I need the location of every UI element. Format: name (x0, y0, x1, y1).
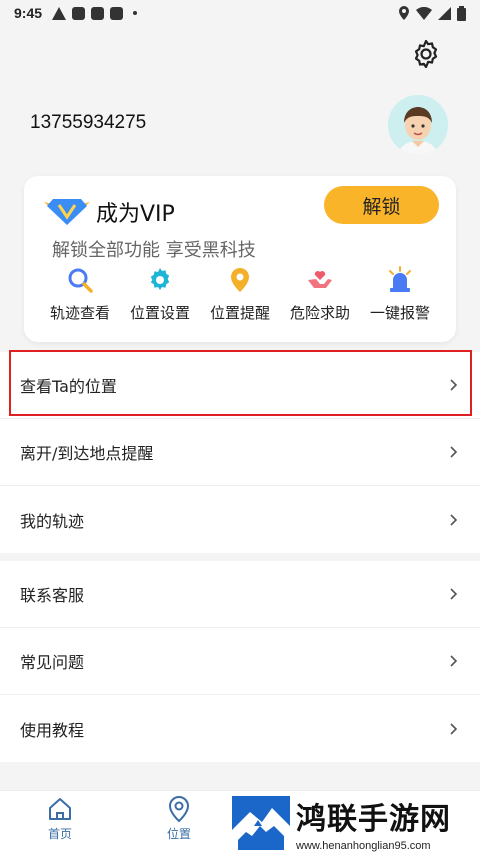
feature-track-view[interactable]: 轨迹查看 (40, 266, 120, 323)
chevron-right-icon (450, 722, 458, 735)
vip-diamond-icon (44, 199, 90, 225)
home-icon (49, 798, 71, 820)
menu-item-tutorial[interactable]: 使用教程 (0, 695, 480, 762)
feature-label: 位置提醒 (209, 304, 270, 322)
tab-home[interactable]: 首页 (30, 795, 90, 842)
search-icon (68, 268, 93, 293)
menu-item-label: 常见问题 (20, 653, 85, 672)
tab-label: 位置 (166, 827, 191, 841)
status-bar: 9:45 (0, 0, 480, 26)
feature-label: 位置设置 (129, 304, 190, 322)
chevron-right-icon (450, 655, 458, 667)
tab-location[interactable]: 位置 (149, 795, 209, 842)
notification-icon (110, 6, 124, 20)
vip-title: 成为VIP (96, 202, 175, 227)
feature-location-settings[interactable]: 位置设置 (120, 266, 200, 323)
notification-icon (72, 6, 86, 20)
menu-group-location: 查看Ta的位置 离开/到达地点提醒 我的轨迹 (0, 352, 480, 553)
avatar[interactable] (388, 95, 448, 155)
watermark-title: 鸿联手游网 (296, 802, 451, 837)
watermark-url: www.henanhonglian95.com (296, 840, 431, 852)
notification-icon (91, 6, 105, 20)
menu-item-view-ta-location[interactable]: 查看Ta的位置 (0, 352, 480, 419)
signal-icon (438, 6, 451, 20)
menu-item-my-track[interactable]: 我的轨迹 (0, 486, 480, 553)
wifi-icon (416, 6, 432, 20)
tab-label: 首页 (47, 827, 72, 841)
menu-item-faq[interactable]: 常见问题 (0, 628, 480, 695)
helping-hands-icon (308, 271, 332, 288)
vip-subtitle: 解锁全部功能 享受黑科技 (52, 240, 256, 261)
feature-label: 轨迹查看 (49, 304, 110, 322)
location-status-icon (399, 6, 409, 20)
feature-one-key-alarm[interactable]: 一键报警 (360, 266, 440, 323)
vip-card: 成为VIP 解锁 解锁全部功能 享受黑科技 轨迹查看 位置设置 位置提醒 危险求… (24, 176, 456, 342)
menu-item-label: 使用教程 (20, 720, 85, 740)
chevron-right-icon (450, 588, 458, 600)
location-icon (168, 795, 190, 823)
menu-item-label: 查看Ta的位置 (20, 377, 117, 396)
phone-number: 13755934275 (30, 112, 147, 133)
menu-item-customer-service[interactable]: 联系客服 (0, 561, 480, 628)
chevron-right-icon (450, 446, 458, 458)
location-pin-icon (231, 268, 249, 292)
gear-icon (150, 268, 170, 290)
site-watermark: 鸿联手游网 www.henanhonglian95.com (232, 794, 478, 852)
feature-label: 一键报警 (369, 304, 430, 322)
settings-gear-icon[interactable] (410, 38, 442, 70)
menu-group-help: 联系客服 常见问题 使用教程 (0, 561, 480, 762)
menu-item-label: 我的轨迹 (20, 511, 85, 531)
avatar-face-icon (388, 95, 448, 155)
menu-item-arrive-leave-alert[interactable]: 离开/到达地点提醒 (0, 419, 480, 486)
menu-item-label: 离开/到达地点提醒 (20, 444, 154, 463)
warning-icon (52, 6, 67, 20)
more-notifications-icon (133, 11, 138, 15)
chevron-right-icon (450, 513, 458, 526)
menu-item-label: 联系客服 (20, 586, 85, 605)
chevron-right-icon (450, 379, 458, 391)
unlock-button[interactable]: 解锁 (324, 186, 439, 224)
feature-danger-help[interactable]: 危险求助 (280, 266, 360, 323)
alarm-light-icon (389, 266, 411, 292)
watermark-logo-icon (232, 796, 290, 850)
battery-icon (457, 5, 466, 21)
vip-features: 轨迹查看 位置设置 位置提醒 危险求助 一键报警 (40, 266, 440, 323)
feature-location-alert[interactable]: 位置提醒 (200, 266, 280, 323)
status-time: 9:45 (14, 5, 43, 21)
feature-label: 危险求助 (289, 304, 350, 322)
